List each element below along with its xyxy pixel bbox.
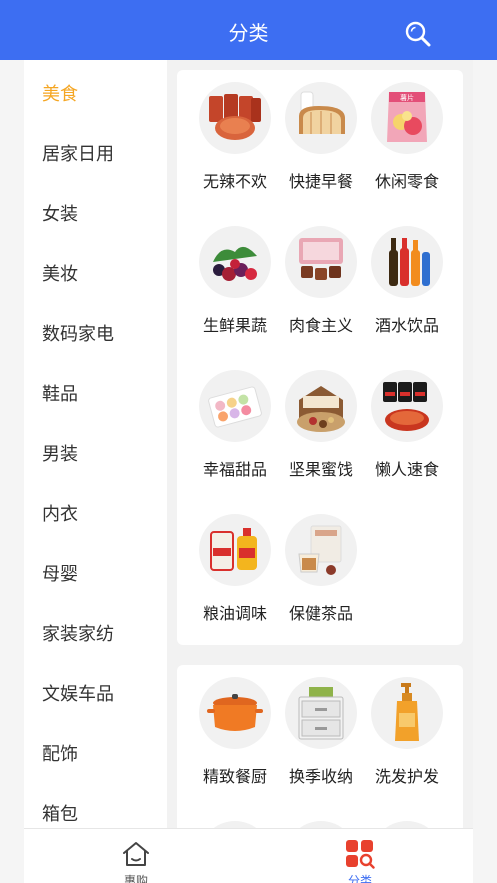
subcategory-item-fresh[interactable]: 生鲜果蔬 [187,214,283,344]
sidebar-item-entertainment-car[interactable]: 文娱车品 [42,680,114,706]
sidebar-item-household[interactable]: 居家日用 [42,140,114,166]
category-sidebar: 美食 居家日用 女装 美妆 数码家电 鞋品 男装 内衣 母婴 家装家纺 文娱车品… [24,60,167,828]
subcategory-label: 洗发护发 [374,767,439,786]
subcategory-label: 懒人速食 [374,460,439,479]
subcategory-label: 肉食主义 [288,316,353,335]
subcategory-item-health-tea[interactable]: 保健茶品 [273,502,369,632]
subcategory-label: 酒水饮品 [374,316,439,335]
storage-drawer-image [285,677,357,749]
shampoo-bottle-image [371,677,443,749]
snack-bag-image: 薯片 [371,82,443,154]
next-row-thumb [199,821,271,828]
sidebar-item-home-textile[interactable]: 家装家纺 [42,620,114,646]
subcategory-item-snacks[interactable]: 薯片 休闲零食 [359,70,455,200]
subcategory-label: 无辣不欢 [202,172,267,191]
subcategory-label: 换季收纳 [288,767,353,786]
orange-pot-image [199,677,271,749]
spicy-snacks-image [199,82,271,154]
sidebar-item-electronics[interactable]: 数码家电 [42,320,114,346]
tab-label: 惠购 [123,874,148,883]
bread-milk-image [285,82,357,154]
subcategory-label: 生鲜果蔬 [202,316,267,335]
subcategory-item-spicy[interactable]: 无辣不欢 [187,70,283,200]
category-grid-icon [345,839,375,869]
sidebar-item-shoes[interactable]: 鞋品 [42,380,78,406]
health-tea-image [285,514,357,586]
subcategory-item-haircare[interactable]: 洗发护发 [359,665,455,795]
subcategory-item-meat[interactable]: 肉食主义 [273,214,369,344]
subcategory-item-storage[interactable]: 换季收纳 [273,665,369,795]
subcategory-label: 快捷早餐 [288,172,353,191]
subcategory-item-nuts[interactable]: 坚果蜜饯 [273,358,369,488]
subcategory-item-kitchenware[interactable]: 精致餐厨 [187,665,283,795]
sidebar-item-baby[interactable]: 母婴 [42,560,78,586]
subcategory-item-breakfast[interactable]: 快捷早餐 [273,70,369,200]
sidebar-item-underwear[interactable]: 内衣 [42,500,78,526]
subcategory-label: 精致餐厨 [202,767,267,786]
fresh-berries-image [199,226,271,298]
sidebar-item-mens-wear[interactable]: 男装 [42,440,78,466]
tab-label: 分类 [347,874,372,883]
rice-oil-image [199,514,271,586]
instant-noodles-image [371,370,443,442]
tab-home[interactable]: 惠购 [24,829,248,883]
subcategory-item-grain-oil[interactable]: 粮油调味 [187,502,283,632]
sidebar-item-food[interactable]: 美食 [42,80,78,106]
sidebar-item-beauty[interactable]: 美妆 [42,260,78,286]
next-row-thumb [285,821,357,828]
bottom-tab-bar: 惠购 分类 [24,828,473,883]
subcategory-label: 坚果蜜饯 [288,460,353,479]
app-header: 分类 [0,0,497,60]
braised-meat-image [285,226,357,298]
next-row-thumb [371,821,443,828]
subcategory-label: 幸福甜品 [202,460,267,479]
category-content: 无辣不欢 快捷早餐 薯片 休闲零食 生鲜果蔬 肉食主义 酒水饮品 幸福甜品 坚果… [167,60,473,828]
subcategory-label: 粮油调味 [202,604,267,623]
nuts-box-image [285,370,357,442]
subcategory-label: 保健茶品 [288,604,353,623]
tab-category[interactable]: 分类 [248,829,472,883]
sidebar-item-womens-wear[interactable]: 女装 [42,200,78,226]
sidebar-item-bags[interactable]: 箱包 [42,800,78,826]
subcategory-card-food: 无辣不欢 快捷早餐 薯片 休闲零食 生鲜果蔬 肉食主义 酒水饮品 幸福甜品 坚果… [177,70,463,645]
subcategory-label: 休闲零食 [374,172,439,191]
home-icon [121,839,151,869]
subcategory-card-household: 精致餐厨 换季收纳 洗发护发 [177,665,463,828]
drink-bottles-image [371,226,443,298]
subcategory-item-instant[interactable]: 懒人速食 [359,358,455,488]
subcategory-item-desserts[interactable]: 幸福甜品 [187,358,283,488]
search-icon[interactable] [404,20,432,48]
subcategory-item-drinks[interactable]: 酒水饮品 [359,214,455,344]
macarons-image [199,370,271,442]
sidebar-item-accessories[interactable]: 配饰 [42,740,78,766]
svg-text:薯片: 薯片 [400,93,414,102]
